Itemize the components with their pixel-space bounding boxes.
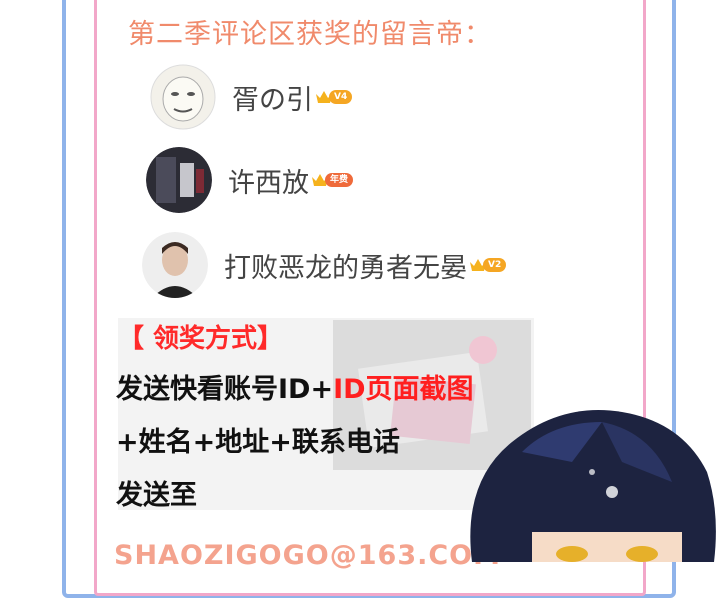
avatar <box>142 232 208 298</box>
instruction-line: +姓名+地址+联系电话 <box>116 427 400 458</box>
winner-item: 许西放 年费 <box>146 147 354 213</box>
page-title: 第二季评论区获奖的留言帝： <box>128 19 492 50</box>
winner-item: 胥の引 V4 <box>150 64 353 130</box>
avatar <box>146 147 212 213</box>
method-title: 【 领奖方式】 <box>118 324 284 354</box>
anime-character-illustration <box>452 392 720 562</box>
email-address: SHAOZIGOGO@163.COM <box>114 540 501 571</box>
instruction-line: 发送至 <box>116 480 197 511</box>
instruction-line: 发送快看账号ID+ID页面截图 <box>116 374 474 405</box>
winner-item: 打败恶龙的勇者无晏 V2 <box>142 232 507 298</box>
vip-badge: V2 <box>469 257 507 273</box>
vip-badge: 年费 <box>311 172 354 188</box>
avatar <box>150 64 216 130</box>
winner-name: 打败恶龙的勇者无晏 <box>224 252 467 284</box>
winner-name: 胥の引 <box>232 84 313 116</box>
winner-name: 许西放 <box>228 167 309 199</box>
vip-badge: V4 <box>315 89 353 105</box>
